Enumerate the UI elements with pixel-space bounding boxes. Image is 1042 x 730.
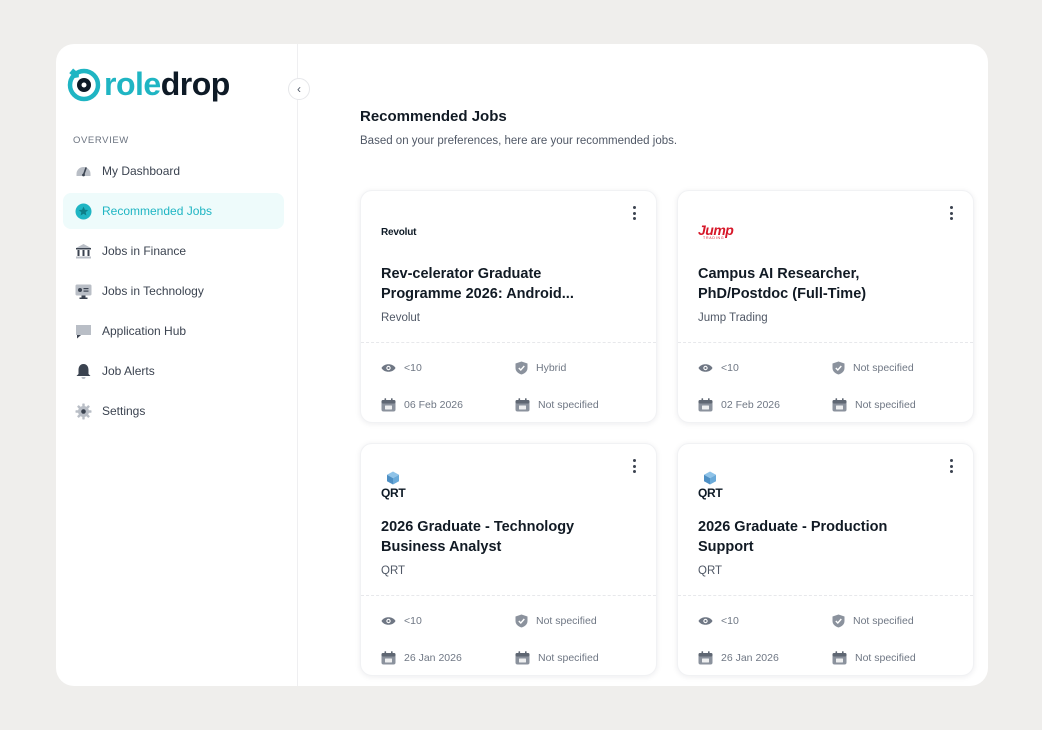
main-content: Recommended Jobs Based on your preferenc… xyxy=(298,44,988,686)
company-logo-revolut: Revolut xyxy=(381,226,417,238)
qrt-cube-icon xyxy=(387,471,400,484)
posted-date-meta: 26 Jan 2026 xyxy=(381,651,462,665)
more-options-icon[interactable] xyxy=(630,206,638,220)
gear-icon xyxy=(75,403,92,420)
calendar-icon xyxy=(381,398,396,412)
sidebar-item-label: Job Alerts xyxy=(102,364,155,378)
sidebar: roledrop OVERVIEW My Dashboard Recommend… xyxy=(56,44,298,686)
app-window: roledrop OVERVIEW My Dashboard Recommend… xyxy=(56,44,988,686)
job-card[interactable]: QRT 2026 Graduate - Production Support QR… xyxy=(677,443,974,676)
company-name: QRT xyxy=(381,565,406,577)
deadline-meta: Not specified xyxy=(515,651,599,665)
work-mode-meta: Not specified xyxy=(832,614,914,628)
calendar-icon xyxy=(515,398,530,412)
calendar-icon xyxy=(832,398,847,412)
sidebar-item-jobs-in-finance[interactable]: Jobs in Finance xyxy=(63,233,284,269)
card-divider xyxy=(361,595,656,596)
sidebar-item-my-dashboard[interactable]: My Dashboard xyxy=(63,153,284,189)
sidebar-item-application-hub[interactable]: Application Hub xyxy=(63,313,284,349)
section-label-overview: OVERVIEW xyxy=(73,135,129,146)
gauge-icon xyxy=(75,163,92,180)
logo-target-icon xyxy=(66,66,102,102)
bell-icon xyxy=(75,363,92,380)
sidebar-item-label: Jobs in Technology xyxy=(102,284,204,298)
posted-date-meta: 02 Feb 2026 xyxy=(698,398,780,412)
job-card[interactable]: Revolut Rev-celerator Graduate Programme … xyxy=(360,190,657,423)
more-options-icon[interactable] xyxy=(947,459,955,473)
company-name: Jump Trading xyxy=(698,312,768,324)
sidebar-item-recommended-jobs[interactable]: Recommended Jobs xyxy=(63,193,284,229)
message-icon xyxy=(75,323,92,340)
calendar-icon xyxy=(832,651,847,665)
sidebar-item-label: Application Hub xyxy=(102,324,187,338)
applicants-meta: <10 xyxy=(698,615,739,627)
shield-check-icon xyxy=(832,614,845,628)
company-name: QRT xyxy=(698,565,723,577)
calendar-icon xyxy=(698,651,713,665)
job-title[interactable]: Campus AI Researcher, PhD/Postdoc (Full-T… xyxy=(698,264,958,304)
page-subtitle: Based on your preferences, here are your… xyxy=(360,135,678,147)
job-card[interactable]: QRT 2026 Graduate - Technology Business A… xyxy=(360,443,657,676)
deadline-meta: Not specified xyxy=(832,651,916,665)
deadline-meta: Not specified xyxy=(832,398,916,412)
company-name: Revolut xyxy=(381,312,420,324)
shield-check-icon xyxy=(832,361,845,375)
shield-check-icon xyxy=(515,614,528,628)
chevron-left-icon: ‹ xyxy=(297,82,301,96)
shield-check-icon xyxy=(515,361,528,375)
job-title[interactable]: 2026 Graduate - Production Support xyxy=(698,517,958,557)
company-logo-qrt: QRT xyxy=(381,470,406,500)
posted-date-meta: 06 Feb 2026 xyxy=(381,398,463,412)
calendar-icon xyxy=(381,651,396,665)
posted-date-meta: 26 Jan 2026 xyxy=(698,651,779,665)
company-logo-qrt: QRT xyxy=(698,470,723,500)
applicants-meta: <10 xyxy=(381,362,422,374)
eye-icon xyxy=(381,617,396,625)
monitor-icon xyxy=(75,283,92,300)
applicants-meta: <10 xyxy=(381,615,422,627)
sidebar-item-label: Recommended Jobs xyxy=(102,204,213,218)
page-title: Recommended Jobs xyxy=(360,108,507,125)
sidebar-item-label: My Dashboard xyxy=(102,164,181,178)
star-badge-icon xyxy=(75,203,92,220)
job-card[interactable]: Jump TRADING Campus AI Researcher, PhD/Pos… xyxy=(677,190,974,423)
card-divider xyxy=(678,342,973,343)
job-title[interactable]: Rev-celerator Graduate Programme 2026: An… xyxy=(381,264,641,304)
eye-icon xyxy=(698,617,713,625)
work-mode-meta: Not specified xyxy=(832,361,914,375)
work-mode-meta: Hybrid xyxy=(515,361,566,375)
work-mode-meta: Not specified xyxy=(515,614,597,628)
card-divider xyxy=(678,595,973,596)
logo-wordmark: roledrop xyxy=(104,66,230,102)
bank-icon xyxy=(75,243,92,260)
sidebar-nav: My Dashboard Recommended Jobs Jobs in Fi… xyxy=(63,153,284,433)
collapse-sidebar-button[interactable]: ‹ xyxy=(288,78,310,100)
deadline-meta: Not specified xyxy=(515,398,599,412)
sidebar-item-jobs-in-technology[interactable]: Jobs in Technology xyxy=(63,273,284,309)
eye-icon xyxy=(698,364,713,372)
more-options-icon[interactable] xyxy=(630,459,638,473)
company-logo-jump: Jump TRADING xyxy=(698,222,734,241)
qrt-cube-icon xyxy=(704,471,717,484)
card-divider xyxy=(361,342,656,343)
job-title[interactable]: 2026 Graduate - Technology Business Analy… xyxy=(381,517,641,557)
calendar-icon xyxy=(698,398,713,412)
roledrop-logo[interactable]: roledrop xyxy=(66,64,230,104)
calendar-icon xyxy=(515,651,530,665)
sidebar-item-label: Settings xyxy=(102,404,146,418)
sidebar-item-label: Jobs in Finance xyxy=(102,244,187,258)
eye-icon xyxy=(381,364,396,372)
applicants-meta: <10 xyxy=(698,362,739,374)
sidebar-item-settings[interactable]: Settings xyxy=(63,393,284,429)
more-options-icon[interactable] xyxy=(947,206,955,220)
sidebar-item-job-alerts[interactable]: Job Alerts xyxy=(63,353,284,389)
